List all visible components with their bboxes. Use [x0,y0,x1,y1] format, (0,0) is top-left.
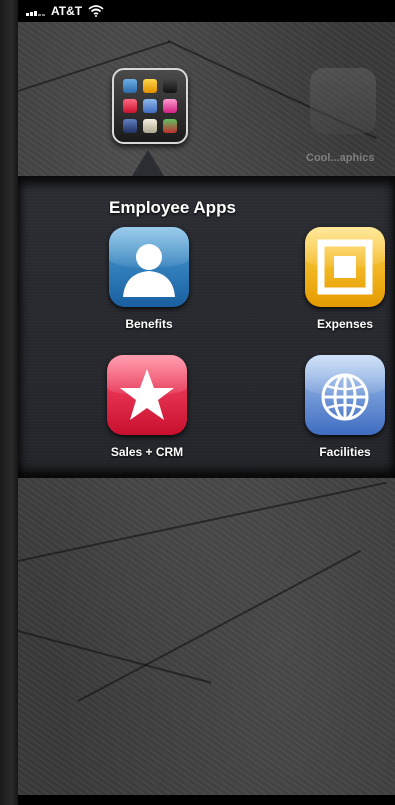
folder-title[interactable]: Employee Apps [109,198,236,218]
app-label: Benefits [125,317,173,331]
background-app-icon[interactable] [310,68,376,134]
star-icon[interactable] [107,355,187,435]
mini-app-icon [143,119,157,133]
mini-app-icon [163,99,177,113]
carrier-name: AT&T [51,4,83,18]
bottom-edge [18,795,395,805]
background-app-label: Cool...aphics [306,152,375,164]
mini-app-icon [123,119,137,133]
app-label: Expenses [316,317,374,331]
home-screen: AT&T Cool...aphics Employee Apps Benefit… [18,0,395,805]
wallpaper-crack [77,549,362,702]
nested-square-icon[interactable] [305,227,385,307]
person-silhouette-icon[interactable] [109,227,189,307]
wifi-icon [88,5,104,17]
device-frame: AT&T Cool...aphics Employee Apps Benefit… [0,0,395,805]
wallpaper-crack [18,481,387,562]
app-label: Facilities [319,445,371,459]
status-bar: AT&T [18,0,395,22]
benefits-app[interactable]: Benefits [104,227,194,331]
wallpaper-crack [18,630,212,684]
mini-app-icon [123,99,137,113]
facilities-app[interactable]: Facilities [300,355,390,459]
mini-app-icon [163,119,177,133]
expenses-app[interactable]: Expenses [300,227,390,331]
mini-app-icon [143,99,157,113]
mini-app-icon [163,79,177,93]
app-label: Sales + CRM [110,445,184,459]
globe-icon[interactable] [305,355,385,435]
folder-preview-grid [123,79,177,133]
mini-app-icon [123,79,137,93]
signal-strength-icon [26,6,45,16]
mini-app-icon [143,79,157,93]
folder-pointer [132,150,164,176]
employee-apps-folder-icon[interactable] [112,68,188,144]
sales-crm-app[interactable]: Sales + CRM [102,355,192,459]
